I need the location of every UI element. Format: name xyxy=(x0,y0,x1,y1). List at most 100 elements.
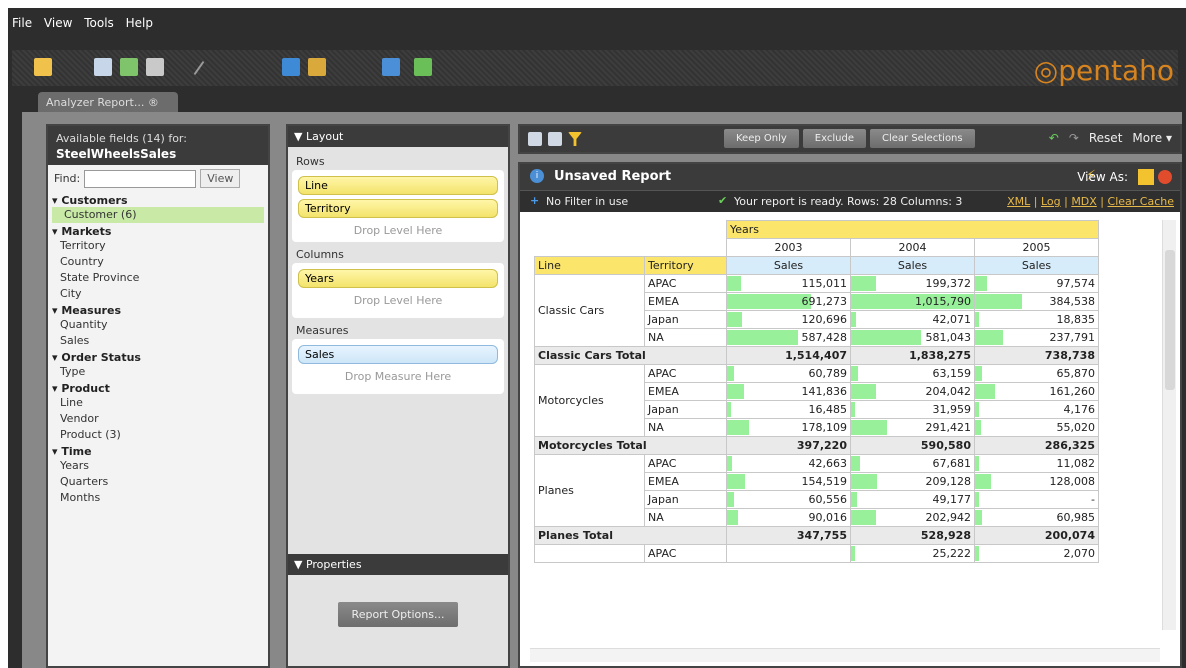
redo-icon[interactable]: ↷ xyxy=(1069,131,1079,145)
reset-button[interactable]: Reset xyxy=(1089,131,1123,145)
grid-cell[interactable] xyxy=(535,239,645,257)
grid-cell[interactable]: 141,836 xyxy=(726,382,851,401)
menu-tools[interactable]: Tools xyxy=(84,16,114,30)
line-total-value[interactable]: 286,325 xyxy=(974,436,1099,455)
grid-cell[interactable]: 2,070 xyxy=(974,544,1099,563)
new-report-icon[interactable] xyxy=(94,58,112,76)
line-header[interactable]: Line xyxy=(534,256,645,275)
territory-label[interactable]: Japan xyxy=(644,490,727,509)
line-label[interactable]: Motorcycles xyxy=(534,364,645,437)
field-item[interactable]: Customer (6) xyxy=(52,207,264,223)
territory-header[interactable]: Territory xyxy=(644,256,727,275)
field-item[interactable]: Months xyxy=(48,490,268,506)
line-total-value[interactable]: 1,514,407 xyxy=(726,346,851,365)
layout-toggle-icon[interactable] xyxy=(548,132,562,146)
add-filter-icon[interactable]: + xyxy=(530,194,539,207)
grid-cell[interactable]: 120,696 xyxy=(726,310,851,329)
keep-only-button[interactable]: Keep Only xyxy=(724,129,799,148)
line-total-value[interactable]: 738,738 xyxy=(974,346,1099,365)
line-total-value[interactable]: 590,580 xyxy=(850,436,975,455)
field-item[interactable]: Product (3) xyxy=(48,427,268,443)
grid-cell[interactable]: 11,082 xyxy=(974,454,1099,473)
grid-cell[interactable]: 55,020 xyxy=(974,418,1099,437)
grid-cell[interactable]: 4,176 xyxy=(974,400,1099,419)
year-header[interactable]: 2004 xyxy=(850,238,975,257)
view-dropdown[interactable]: View xyxy=(200,169,241,188)
column-item-years[interactable]: Years xyxy=(298,269,498,288)
grid-cell[interactable]: 31,959 xyxy=(850,400,975,419)
menu-help[interactable]: Help xyxy=(126,16,153,30)
grid-cell[interactable]: 154,519 xyxy=(726,472,851,491)
line-label[interactable]: Classic Cars xyxy=(534,274,645,347)
territory-label[interactable]: EMEA xyxy=(644,382,727,401)
menu-view[interactable]: View xyxy=(44,16,72,30)
grid-cell[interactable]: 42,071 xyxy=(850,310,975,329)
grid-cell[interactable]: 581,043 xyxy=(850,328,975,347)
grid-view-icon[interactable] xyxy=(1138,169,1154,185)
table-view-icon[interactable] xyxy=(528,132,542,146)
save-as-icon[interactable] xyxy=(308,58,326,76)
grid-cell[interactable]: 178,109 xyxy=(726,418,851,437)
territory-label[interactable]: APAC xyxy=(644,274,727,293)
grid-cell[interactable] xyxy=(535,221,645,239)
field-item[interactable]: City xyxy=(48,286,268,302)
grid-cell[interactable]: 60,789 xyxy=(726,364,851,383)
grid-cell[interactable]: 384,538 xyxy=(974,292,1099,311)
edit-icon[interactable] xyxy=(193,60,205,76)
line-total-label[interactable]: Classic Cars Total xyxy=(534,346,727,365)
row-item-territory[interactable]: Territory xyxy=(298,199,498,218)
territory-label[interactable]: Japan xyxy=(644,400,727,419)
grid-cell[interactable]: 199,372 xyxy=(850,274,975,293)
grid-cell[interactable]: 90,016 xyxy=(726,508,851,527)
field-group-0[interactable]: ▾ Customers xyxy=(48,194,268,207)
field-item[interactable]: Type xyxy=(48,364,268,380)
field-group-3[interactable]: ▾ Order Status xyxy=(48,351,268,364)
territory-label[interactable]: NA xyxy=(644,328,727,347)
grid-cell[interactable]: 587,428 xyxy=(726,328,851,347)
grid-cell[interactable]: 204,042 xyxy=(850,382,975,401)
years-header[interactable]: Years xyxy=(726,220,1099,239)
measure-header[interactable]: Sales xyxy=(850,256,975,275)
grid-cell[interactable]: - xyxy=(974,490,1099,509)
grid-cell[interactable] xyxy=(726,544,851,563)
territory-label[interactable]: APAC xyxy=(644,454,727,473)
tab-analyzer-report[interactable]: Analyzer Report... ® xyxy=(38,92,178,114)
rows-drop-zone[interactable]: Drop Level Here xyxy=(292,222,504,240)
grid-cell[interactable]: 97,574 xyxy=(974,274,1099,293)
measure-item-sales[interactable]: Sales xyxy=(298,345,498,364)
exclude-button[interactable]: Exclude xyxy=(802,129,866,148)
measure-header[interactable]: Sales xyxy=(974,256,1099,275)
grid-cell[interactable]: 25,222 xyxy=(850,544,975,563)
present-icon[interactable] xyxy=(382,58,400,76)
find-input[interactable] xyxy=(84,169,197,188)
field-group-1[interactable]: ▾ Markets xyxy=(48,225,268,238)
field-item[interactable]: Years xyxy=(48,458,268,474)
xml-link[interactable]: XML xyxy=(1007,195,1030,208)
open-folder-icon[interactable] xyxy=(34,58,52,76)
field-group-5[interactable]: ▾ Time xyxy=(48,445,268,458)
field-group-2[interactable]: ▾ Measures xyxy=(48,304,268,317)
grid-cell[interactable]: 202,942 xyxy=(850,508,975,527)
grid-cell[interactable]: 161,260 xyxy=(974,382,1099,401)
field-item[interactable]: State Province xyxy=(48,270,268,286)
more-menu[interactable]: More ▾ xyxy=(1132,131,1172,145)
line-label[interactable]: Planes xyxy=(534,454,645,527)
grid-cell[interactable]: 1,015,790 xyxy=(850,292,975,311)
chart-view-icon[interactable] xyxy=(1158,170,1172,184)
field-item[interactable]: Quantity xyxy=(48,317,268,333)
grid-cell[interactable]: 291,421 xyxy=(850,418,975,437)
row-item-line[interactable]: Line xyxy=(298,176,498,195)
scroll-thumb[interactable] xyxy=(1165,250,1175,390)
properties-header[interactable]: ▼ Properties xyxy=(288,554,508,575)
grid-cell[interactable]: 60,985 xyxy=(974,508,1099,527)
territory-label[interactable]: APAC xyxy=(644,544,727,563)
layout-header[interactable]: ▼ Layout xyxy=(288,126,508,147)
grid-cell[interactable] xyxy=(645,239,727,257)
measure-header[interactable]: Sales xyxy=(726,256,851,275)
vertical-scrollbar[interactable] xyxy=(1162,220,1176,630)
grid-cell[interactable]: 49,177 xyxy=(850,490,975,509)
clear-cache-link[interactable]: Clear Cache xyxy=(1108,195,1174,208)
grid-cell[interactable]: 63,159 xyxy=(850,364,975,383)
line-total-label[interactable]: Planes Total xyxy=(534,526,727,545)
refresh-icon[interactable] xyxy=(414,58,432,76)
